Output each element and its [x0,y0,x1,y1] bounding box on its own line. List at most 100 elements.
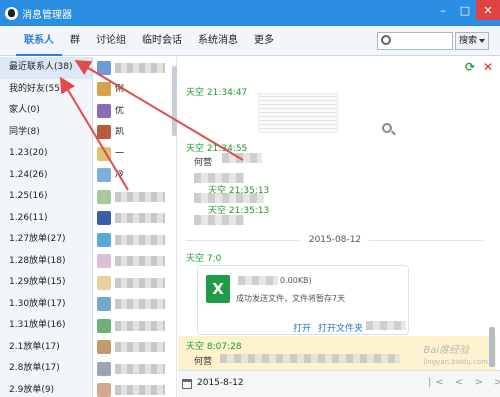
friend-item[interactable] [93,337,176,359]
avatar [97,103,111,118]
friend-list-scrollbar[interactable] [172,66,177,136]
friend-item[interactable]: 冷 [93,165,176,187]
tab-temp-sessions[interactable]: 临时会话 [134,26,190,56]
message-text: 何营 [194,158,213,168]
message-header: 天空 8:07:28 [186,342,242,352]
friend-name [115,320,165,331]
search-field[interactable] [377,32,453,50]
group-item[interactable]: 1.26(11) [0,208,92,230]
friend-item[interactable] [93,294,176,316]
minimize-button[interactable]: – [432,0,454,20]
search-button[interactable]: 搜索 [455,32,489,50]
qq-penguin-icon [5,6,18,20]
title-bar: 消息管理器 – □ ✕ [0,0,500,26]
date-separator-label: 2015-08-12 [308,235,362,245]
search-icon [381,35,391,45]
avatar [97,297,111,312]
group-item[interactable]: 1.29放单(15) [0,272,92,294]
group-item[interactable]: 最近联系人(38) [0,57,92,79]
search-input[interactable] [392,33,452,49]
message-header: 天空 7:0 [186,254,222,264]
tab-more[interactable]: 更多 [246,26,282,56]
calendar-icon[interactable] [182,379,192,389]
group-item[interactable]: 1.31放单(16) [0,315,92,337]
selected-date[interactable]: 2015-8-12 [197,378,244,388]
group-list: 最近联系人(38) 我的好友(55) 家人(0) 同学(8) 1.23(20) … [0,57,93,397]
date-separator: 2015-08-12 [178,234,492,246]
friend-list: 俐 优 凯 一 冷 [93,57,177,397]
group-item[interactable]: 家人(0) [0,100,92,122]
friend-item[interactable] [93,208,176,230]
redacted-text [194,193,264,203]
group-item[interactable]: 1.28放单(18) [0,251,92,273]
redacted-text [220,354,400,363]
maximize-button[interactable]: □ [454,0,476,20]
history-footer: 2015-8-12 |< < > >| [178,370,500,397]
group-item[interactable]: 1.27放单(27) [0,229,92,251]
friend-item[interactable] [93,57,176,79]
friend-name [115,62,165,73]
refresh-icon[interactable]: ⟳ [464,61,476,73]
friend-item[interactable]: 凯 [93,122,176,144]
avatar [97,60,111,75]
friend-item[interactable] [93,358,176,380]
friend-name [115,234,165,245]
group-item[interactable]: 2.9放单(9) [0,380,92,397]
group-item[interactable]: 1.30放单(17) [0,294,92,316]
friend-item[interactable] [93,251,176,273]
friend-item[interactable]: 优 [93,100,176,122]
avatar [97,189,111,204]
friend-item[interactable] [93,229,176,251]
friend-name [115,213,165,224]
friend-item[interactable]: 俐 [93,79,176,101]
watermark: Bai度经验 jingyan.baidu.com [423,341,488,366]
file-status: 成功发送文件，文件将暂存7天 [236,294,346,303]
page-nav-arrows[interactable]: |< < > >| [428,377,500,388]
avatar [97,383,111,397]
group-item[interactable]: 1.23(20) [0,143,92,165]
chat-scrollbar[interactable] [489,327,495,367]
open-file-link[interactable]: 打开 [293,321,311,334]
chat-history: ⟳ ✕ 天空 21:34:47 天空 21:34:55 何营 天空 21:35:… [178,57,500,370]
group-item[interactable]: 1.24(26) [0,165,92,187]
friend-name: 一 [115,148,125,159]
friend-name [115,191,165,202]
avatar [97,340,111,355]
close-button[interactable]: ✕ [476,0,500,20]
friend-name: 优 [115,105,125,116]
friend-item[interactable] [93,186,176,208]
delete-icon[interactable]: ✕ [482,61,494,73]
tab-contacts[interactable]: 联系人 [16,26,62,56]
message-header: 天空 21:34:47 [186,88,248,98]
screenshot-image[interactable] [258,93,338,133]
friend-item[interactable] [93,380,176,397]
friend-item[interactable]: 一 [93,143,176,165]
highlighted-message: 天空 8:07:28 何营 Bai度经验 jingyan.baidu.com [178,336,496,370]
group-item[interactable]: 同学(8) [0,122,92,144]
avatar [97,146,111,161]
avatar [97,254,111,269]
avatar [97,275,111,290]
redacted-text [366,321,406,330]
group-item[interactable]: 我的好友(55) [0,79,92,101]
friend-name [115,256,165,267]
zoom-in-icon[interactable] [382,123,392,133]
tab-discussions[interactable]: 讨论组 [88,26,134,56]
open-folder-link[interactable]: 打开文件夹 [318,321,363,334]
friend-item[interactable] [93,272,176,294]
friend-name [115,342,165,353]
tab-system-messages[interactable]: 系统消息 [190,26,246,56]
redacted-text [222,153,262,163]
avatar [97,168,111,183]
group-item[interactable]: 2.1放单(17) [0,337,92,359]
chevron-down-icon[interactable] [479,39,485,43]
friend-name [115,385,165,396]
tab-groups[interactable]: 群 [62,26,88,56]
group-item[interactable]: 1.25(16) [0,186,92,208]
redacted-text [194,173,244,183]
excel-file-icon[interactable]: X [206,275,230,303]
window-title: 消息管理器 [22,9,72,21]
file-size: 0.00KB) [280,276,312,285]
friend-item[interactable] [93,315,176,337]
group-item[interactable]: 2.8放单(17) [0,358,92,380]
